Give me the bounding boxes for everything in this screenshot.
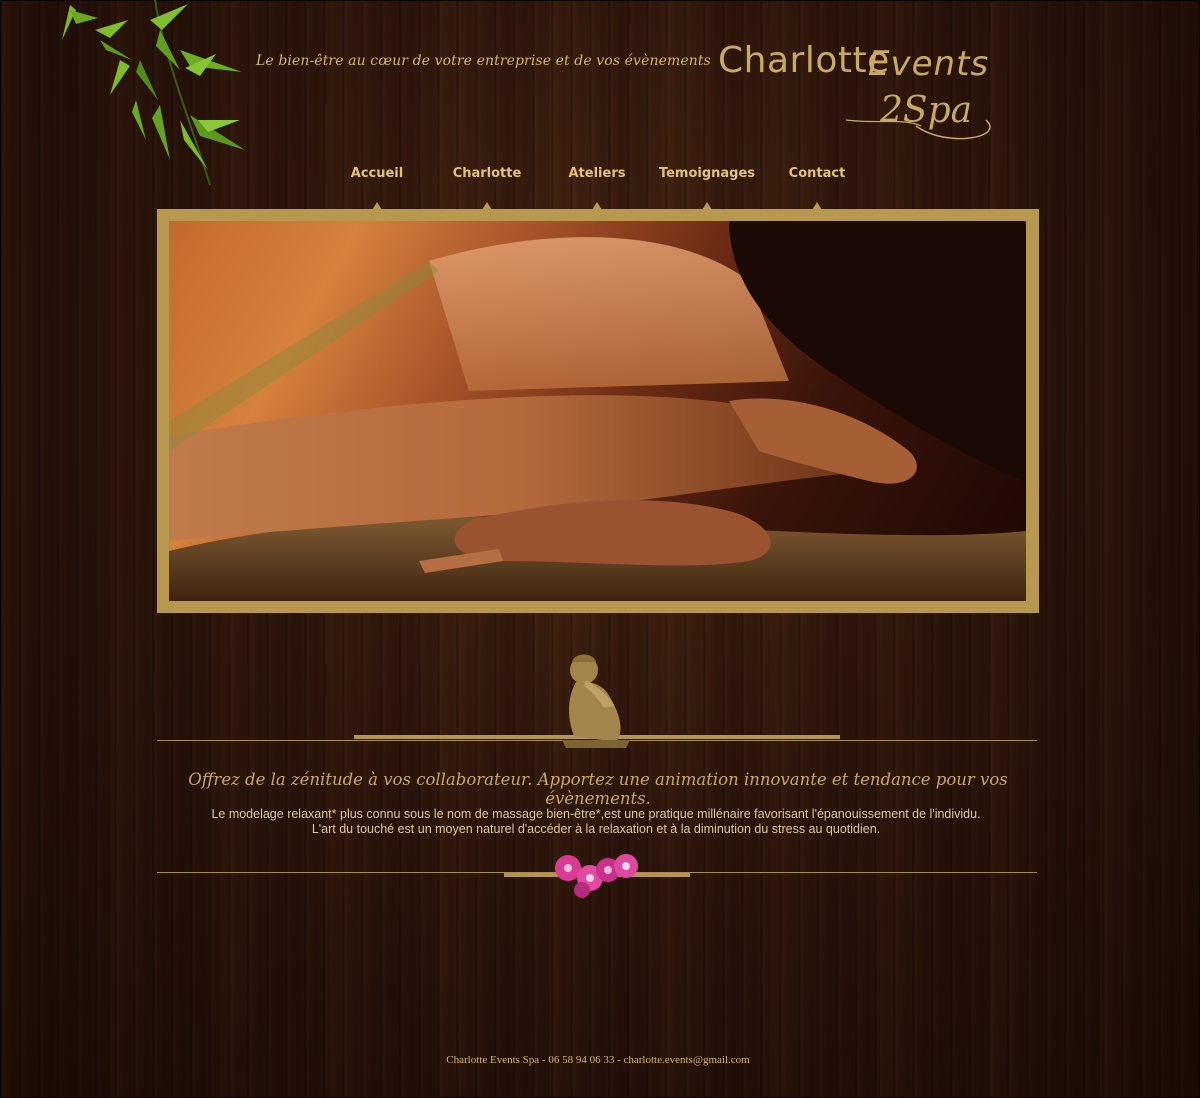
hero-frame xyxy=(157,209,1039,613)
headline: Offrez de la zénitude à vos collaborateu… xyxy=(188,770,1008,808)
hero-illustration xyxy=(169,221,1026,601)
nav-item-contact[interactable]: Contact xyxy=(762,166,872,210)
site-logo[interactable]: Charlotte Events 2Spa xyxy=(716,38,1016,150)
buddha-statue-icon xyxy=(562,654,630,748)
hero-massage-image xyxy=(169,221,1026,601)
logo-swirl-icon xyxy=(845,119,991,140)
intro-paragraph: Le modelage relaxant* plus connu sous le… xyxy=(157,807,1035,837)
nav-item-temoignages[interactable]: Temoignages xyxy=(652,166,762,210)
nav-label: Accueil xyxy=(350,166,404,181)
intro-line-1: Le modelage relaxant* plus connu sous le… xyxy=(211,807,981,821)
nav-label: Contact xyxy=(788,166,846,181)
bamboo-leaves-icon xyxy=(62,0,245,186)
tagline: Le bien-être au cœur de votre entreprise… xyxy=(256,53,711,69)
nav-item-accueil[interactable]: Accueil xyxy=(322,166,432,210)
nav-item-ateliers[interactable]: Ateliers xyxy=(542,166,652,210)
nav-label: Charlotte xyxy=(452,166,522,181)
main-nav: Accueil Charlotte Ateliers Temoignages C… xyxy=(322,166,882,210)
nav-label: Ateliers xyxy=(568,166,626,181)
nav-label: Temoignages xyxy=(658,166,756,181)
orchid-flower-icon xyxy=(555,854,638,898)
footer-contact: Charlotte Events Spa - 06 58 94 06 33 - … xyxy=(446,1054,750,1066)
intro-line-2: L'art du touché est un moyen naturel d'a… xyxy=(311,822,881,836)
nav-item-charlotte[interactable]: Charlotte xyxy=(432,166,542,210)
